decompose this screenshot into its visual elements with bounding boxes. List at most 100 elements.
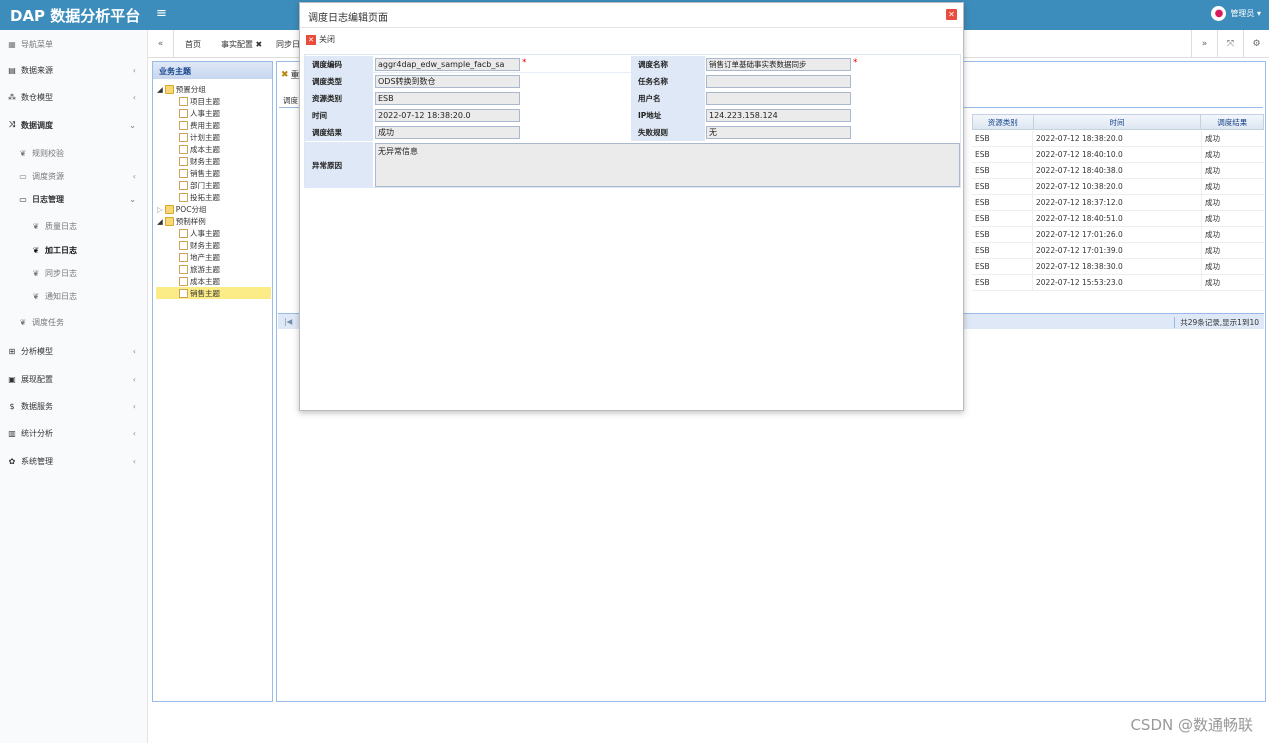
sidebar-item-data-service[interactable]: $ 数据服务 ‹ xyxy=(0,395,148,417)
tree-node-expense[interactable]: 费用主题 xyxy=(179,119,220,131)
tree-node-cost[interactable]: 成本主题 xyxy=(179,143,220,155)
tree-node-department[interactable]: 部门主题 xyxy=(179,179,220,191)
col-result[interactable]: 调度结果 xyxy=(1201,115,1263,129)
tree-node-sample-travel[interactable]: 旅游主题 xyxy=(179,263,220,275)
chevron-left-icon: ‹ xyxy=(132,428,136,438)
menu-toggle-icon[interactable]: ≡ xyxy=(156,6,167,21)
cell-resource-type: ESB xyxy=(972,243,1033,258)
file-icon xyxy=(179,120,188,130)
first-page-icon[interactable]: |◀ xyxy=(284,317,292,326)
cell-result: 成功 xyxy=(1205,182,1220,191)
close-button[interactable]: ✕ 关闭 xyxy=(306,34,335,45)
main-panel-title: ✖ 重 xyxy=(281,69,300,82)
folder-open-icon xyxy=(164,84,174,94)
tree-node-hr[interactable]: 人事主题 xyxy=(179,107,220,119)
sidebar-item-display-config[interactable]: ▣ 展现配置 ‹ xyxy=(0,368,148,390)
sidebar-item-statistics[interactable]: ▥ 统计分析 ‹ xyxy=(0,422,148,444)
tree-node-sample-sales-selected[interactable]: 销售主题 xyxy=(156,287,271,299)
tree-node-poc-group[interactable]: ▷ POC分组 xyxy=(157,203,206,215)
sidebar-item-data-source[interactable]: ▤ 数据来源 ‹ xyxy=(0,59,148,81)
tab-fact-config[interactable]: 事实配置 ✖ xyxy=(221,30,262,58)
folder-icon: ▭ xyxy=(19,194,27,204)
tab-settings-icon[interactable]: ⚙ xyxy=(1243,30,1269,58)
table-row[interactable]: ESB 2022-07-12 18:40:51.0 成功 xyxy=(972,211,1264,227)
cell-resource-type: ESB xyxy=(972,195,1033,210)
folder-icon xyxy=(164,204,174,214)
user-field[interactable] xyxy=(706,92,851,105)
tree-node-sample-hr[interactable]: 人事主题 xyxy=(179,227,220,239)
leaf-icon: ❦ xyxy=(32,245,40,255)
table-row[interactable]: ESB 2022-07-12 18:38:20.0 成功 xyxy=(972,131,1264,147)
tree-node-sample-finance[interactable]: 财务主题 xyxy=(179,239,220,251)
sidebar-item-analysis-model[interactable]: ⊞ 分析模型 ‹ xyxy=(0,340,148,362)
tree-node-sample-group[interactable]: ◢ 预制样例 xyxy=(157,215,206,227)
ip-field[interactable]: 124.223.158.124 xyxy=(706,109,851,122)
col-time[interactable]: 时间 xyxy=(1034,115,1202,129)
label-result: 调度结果 xyxy=(305,124,373,141)
sidebar-item-process-log[interactable]: ❦ 加工日志 xyxy=(0,239,148,261)
sidebar-item-schedule-resource[interactable]: ▭ 调度资源 ‹ xyxy=(0,165,148,187)
sidebar-item-data-schedule[interactable]: ⤨ 数据调度 ⌄ xyxy=(0,114,148,136)
sidebar-item-notify-log[interactable]: ❦ 通知日志 xyxy=(0,285,148,307)
fullscreen-icon[interactable]: ⤧ xyxy=(1217,30,1243,58)
sidebar-item-rule-check[interactable]: ❦ 规则校验 xyxy=(0,142,148,164)
app-logo[interactable]: DAP 数据分析平台 xyxy=(0,0,148,30)
sidebar-item-log-management[interactable]: ▭ 日志管理 ⌄ xyxy=(0,188,148,210)
sidebar: ▦ 导航菜单 ▤ 数据来源 ‹ ⁂ 数仓模型 ‹ ⤨ 数据调度 ⌄ ❦ 规则校验 ▭ 调度资源 ‹ … xyxy=(0,30,148,743)
sidebar-item-sync-log[interactable]: ❦ 同步日志 xyxy=(0,262,148,284)
label-fail-rule: 失败规则 xyxy=(631,124,705,141)
cell-time: 2022-07-12 18:38:20.0 xyxy=(1033,131,1202,146)
fail-rule-field[interactable]: 无 xyxy=(706,126,851,139)
result-field[interactable]: 成功 xyxy=(375,126,520,139)
tree-node-investment[interactable]: 投拓主题 xyxy=(179,191,220,203)
table-row[interactable]: ESB 2022-07-12 17:01:26.0 成功 xyxy=(972,227,1264,243)
code-field[interactable]: aggr4dap_edw_sample_facb_sa xyxy=(375,58,520,71)
table-row[interactable]: ESB 2022-07-12 18:37:12.0 成功 xyxy=(972,195,1264,211)
type-field[interactable]: ODS转换到数仓 xyxy=(375,75,520,88)
close-icon[interactable]: ✕ xyxy=(946,9,957,20)
cell-result: 成功 xyxy=(1205,278,1220,287)
error-textarea[interactable]: 无异常信息 xyxy=(375,143,960,187)
file-icon xyxy=(179,288,188,298)
task-field[interactable] xyxy=(706,75,851,88)
cell-resource-type: ESB xyxy=(972,131,1033,146)
main-tab-label[interactable]: 调度 xyxy=(283,95,298,106)
tab-scroll-right-icon[interactable]: » xyxy=(1191,30,1217,58)
expand-arrow-icon: ▷ xyxy=(157,204,163,214)
file-icon xyxy=(179,168,188,178)
folder-icon: ▭ xyxy=(19,171,27,181)
table-row[interactable]: ESB 2022-07-12 18:40:10.0 成功 xyxy=(972,147,1264,163)
cell-time: 2022-07-12 17:01:39.0 xyxy=(1033,243,1202,258)
tree-node-sample-realestate[interactable]: 地产主题 xyxy=(179,251,220,263)
tree-node-finance[interactable]: 财务主题 xyxy=(179,155,220,167)
chevron-left-icon: ‹ xyxy=(132,171,136,181)
time-field[interactable]: 2022-07-12 18:38:20.0 xyxy=(375,109,520,122)
name-field[interactable]: 销售订单基础事实表数据同步 xyxy=(706,58,851,71)
tab-home[interactable]: 首页 xyxy=(185,30,201,58)
avatar-icon: ● xyxy=(1211,6,1227,21)
table-row[interactable]: ESB 2022-07-12 18:38:30.0 成功 xyxy=(972,259,1264,275)
table-row[interactable]: ESB 2022-07-12 15:53:23.0 成功 xyxy=(972,275,1264,291)
table-row[interactable]: ESB 2022-07-12 18:40:38.0 成功 xyxy=(972,163,1264,179)
tree-node-preset-group[interactable]: ◢ 预置分组 xyxy=(157,83,206,95)
table-row[interactable]: ESB 2022-07-12 10:38:20.0 成功 xyxy=(972,179,1264,195)
sidebar-item-schedule-task[interactable]: ❦ 调度任务 xyxy=(0,311,148,333)
edit-form: 调度编码 aggr4dap_edw_sample_facb_sa * 调度名称 … xyxy=(304,54,961,188)
grid-header: 资源类别 时间 调度结果 xyxy=(972,114,1264,130)
tree-node-sales[interactable]: 销售主题 xyxy=(179,167,220,179)
tab-scroll-left-icon[interactable]: « xyxy=(148,30,174,58)
collapse-arrow-icon: ◢ xyxy=(157,216,163,226)
sidebar-item-warehouse-model[interactable]: ⁂ 数仓模型 ‹ xyxy=(0,86,148,108)
col-resource-type[interactable]: 资源类别 xyxy=(973,115,1034,129)
sidebar-item-quality-log[interactable]: ❦ 质量日志 xyxy=(0,215,148,237)
tab-sync-log[interactable]: 同步日 xyxy=(276,30,300,58)
file-icon xyxy=(179,96,188,106)
table-row[interactable]: ESB 2022-07-12 17:01:39.0 成功 xyxy=(972,243,1264,259)
tree-node-plan[interactable]: 计划主题 xyxy=(179,131,220,143)
tree-node-project[interactable]: 项目主题 xyxy=(179,95,220,107)
sidebar-item-system-management[interactable]: ✿ 系统管理 ‹ xyxy=(0,450,148,472)
dollar-icon: $ xyxy=(9,401,15,411)
user-menu[interactable]: ● 管理员 ▾ xyxy=(1211,6,1261,21)
resource-field[interactable]: ESB xyxy=(375,92,520,105)
tree-node-sample-cost[interactable]: 成本主题 xyxy=(179,275,220,287)
